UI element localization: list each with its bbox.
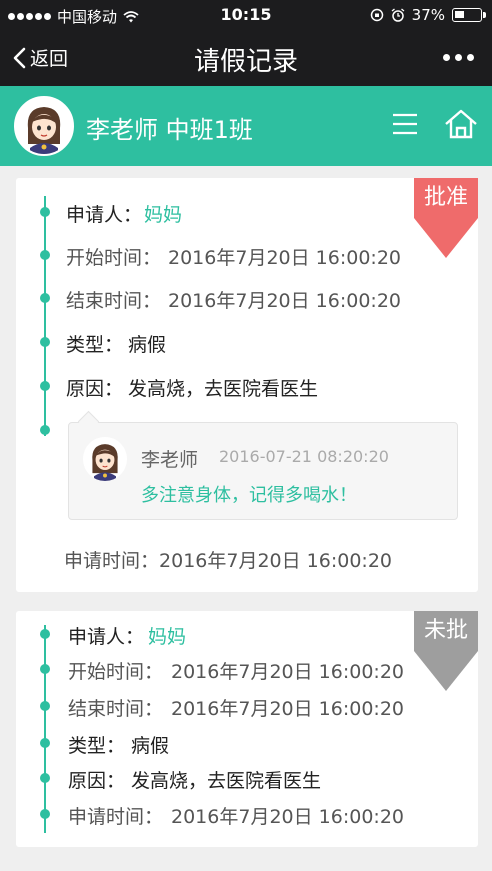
apply-time-row: 申请时间：2016年7月20日 16:00:20 (64, 546, 392, 573)
reason-row: 原因： 发高烧，去医院看医生 (16, 764, 478, 794)
timeline-dot (40, 381, 50, 391)
timeline-dot (40, 738, 50, 748)
applicant-value: 妈妈 (144, 204, 183, 226)
reason-label: 原因： (68, 770, 126, 792)
type-row: 类型： 病假 (16, 328, 478, 358)
apply-time-row: 申请时间： 2016年7月20日 16:00:20 (16, 800, 478, 830)
start-time-label: 开始时间： (68, 661, 164, 683)
applicant-label: 申请人： (68, 626, 145, 648)
end-time-row: 结束时间： 2016年7月20日 16:00:20 (16, 692, 478, 722)
end-time-label: 结束时间： (68, 698, 164, 720)
battery-icon (452, 8, 486, 22)
more-dots-icon (467, 54, 474, 61)
back-label: 返回 (30, 48, 69, 70)
end-time-value: 2016年7月20日 16:00:20 (171, 698, 404, 720)
page-title: 请假记录 (193, 47, 298, 77)
chevron-left-icon (13, 47, 26, 68)
timeline-dot (40, 773, 50, 783)
apply-time-label: 申请时间： (68, 806, 164, 828)
applicant-row: 申请人： 妈妈 (16, 620, 478, 650)
avatar[interactable] (14, 96, 74, 156)
type-label: 类型： (66, 334, 124, 356)
status-right: 37% (370, 6, 486, 24)
reason-value: 发高烧，去医院看医生 (128, 378, 319, 400)
timeline-dot (40, 250, 50, 260)
teacher-avatar-icon (83, 437, 127, 481)
timeline-dot (40, 664, 50, 674)
applicant-label: 申请人： (66, 204, 143, 226)
apply-time-value: 2016年7月20日 16:00:20 (171, 806, 404, 828)
applicant-value: 妈妈 (148, 626, 187, 648)
more-dots-icon (443, 54, 450, 61)
start-time-row: 开始时间： 2016年7月20日 16:00:20 (16, 241, 478, 271)
reply-author: 李老师 (141, 449, 199, 471)
home-icon[interactable] (444, 108, 478, 140)
start-time-row: 开始时间： 2016年7月20日 16:00:20 (16, 655, 478, 685)
teacher-reply: 李老师 2016-07-21 08:20:20 多注意身体，记得多喝水！ (68, 422, 458, 520)
leave-record-card: 批准 申请人： 妈妈 开始时间： 2016年7月20日 16:00:20 结束时… (16, 178, 478, 592)
more-dots-icon (455, 54, 462, 61)
type-value: 病假 (131, 735, 170, 757)
profile-bar: 李老师 中班1班 (0, 86, 492, 166)
start-time-label: 开始时间： (66, 247, 162, 269)
battery-fill (455, 11, 464, 18)
timeline-dot (40, 701, 50, 711)
battery-percent: 37% (411, 6, 445, 24)
apply-time-value: 2016年7月20日 16:00:20 (159, 550, 393, 572)
end-time-row: 结束时间： 2016年7月20日 16:00:20 (16, 284, 478, 314)
reply-avatar (83, 437, 127, 481)
status-bar: 中国移动 10:15 37% (0, 0, 492, 30)
alarm-icon (391, 8, 405, 22)
timeline-dot (40, 425, 50, 435)
nav-bar: 返回 请假记录 (0, 30, 492, 86)
type-value: 病假 (128, 334, 167, 356)
reason-label: 原因： (66, 378, 124, 400)
timeline-dot (40, 337, 50, 347)
applicant-row: 申请人： 妈妈 (16, 198, 478, 228)
profile-name: 李老师 中班1班 (86, 116, 253, 144)
leave-record-card: 未批 申请人： 妈妈 开始时间： 2016年7月20日 16:00:20 结束时… (16, 611, 478, 847)
timeline-dot (40, 207, 50, 217)
type-label: 类型： (68, 735, 126, 757)
end-time-value: 2016年7月20日 16:00:20 (168, 290, 401, 312)
reason-row: 原因： 发高烧，去医院看医生 (16, 372, 478, 402)
timeline-dot (40, 293, 50, 303)
apply-time-label: 申请时间： (64, 550, 160, 572)
timeline-dot (40, 809, 50, 819)
reply-time: 2016-07-21 08:20:20 (219, 447, 389, 466)
timeline-dot (40, 629, 50, 639)
rotation-lock-icon (370, 8, 383, 22)
teacher-avatar-icon (16, 98, 72, 154)
type-row: 类型： 病假 (16, 729, 478, 759)
reply-text: 多注意身体，记得多喝水！ (141, 485, 357, 506)
reason-value: 发高烧，去医院看医生 (131, 770, 322, 792)
more-button[interactable] (443, 54, 474, 61)
start-time-value: 2016年7月20日 16:00:20 (168, 247, 401, 269)
back-button[interactable]: 返回 (12, 44, 68, 71)
start-time-value: 2016年7月20日 16:00:20 (171, 661, 404, 683)
end-time-label: 结束时间： (66, 290, 162, 312)
menu-icon[interactable] (392, 112, 418, 136)
